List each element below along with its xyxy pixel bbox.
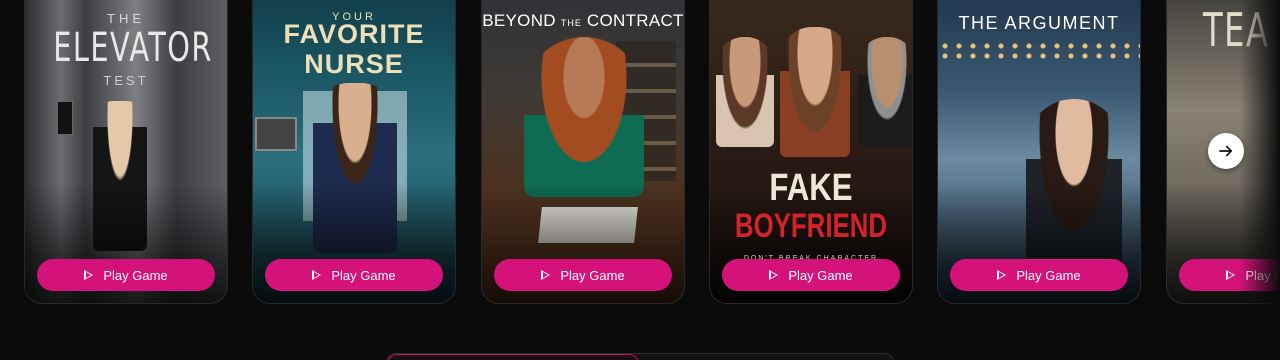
cover-title-line: THE ARGUMENT bbox=[958, 13, 1120, 33]
game-carousel: THE ELEVATOR TEST Play Game YOUR FAVORIT… bbox=[0, 0, 1280, 320]
cover-title-line: THE bbox=[560, 18, 582, 28]
play-game-button[interactable]: Play Game bbox=[265, 259, 443, 291]
elevator-panel bbox=[57, 101, 73, 135]
game-card-fake-boyfriend[interactable]: FAKE BOYFRIEND DON'T BREAK CHARACTER Pla… bbox=[709, 0, 913, 304]
cover-title-line: TEA bbox=[1203, 3, 1270, 57]
segmented-control[interactable] bbox=[386, 353, 894, 360]
play-game-button[interactable]: Play Game bbox=[1179, 259, 1280, 291]
game-card-the-argument[interactable]: THE ARGUMENT Play Game bbox=[937, 0, 1141, 304]
cover-title-line: BEYOND bbox=[482, 11, 556, 30]
play-icon bbox=[997, 270, 1007, 280]
arrow-right-icon bbox=[1219, 145, 1233, 157]
play-game-label: Play Game bbox=[1016, 267, 1081, 283]
play-game-button[interactable]: Play Game bbox=[950, 259, 1128, 291]
play-icon bbox=[541, 270, 551, 280]
game-card-beyond-the-contract[interactable]: BEYOND THE CONTRACT Play Game bbox=[481, 0, 685, 304]
game-card-elevator-test[interactable]: THE ELEVATOR TEST Play Game bbox=[24, 0, 228, 304]
play-icon bbox=[1226, 270, 1236, 280]
string-lights bbox=[938, 41, 1140, 61]
cover-title: TEA bbox=[1203, 3, 1269, 57]
play-icon bbox=[769, 270, 779, 280]
play-game-label: Play Game bbox=[560, 267, 625, 283]
character-figure bbox=[780, 27, 850, 157]
play-game-label: Play Game bbox=[103, 267, 168, 283]
carousel-next-button[interactable] bbox=[1208, 133, 1244, 169]
play-game-button[interactable]: Play Game bbox=[722, 259, 900, 291]
cover-title-line: CONTRACT bbox=[586, 11, 684, 30]
game-card-favorite-nurse[interactable]: YOUR FAVORITE NURSE Play Game bbox=[252, 0, 456, 304]
play-game-label: Play Game bbox=[788, 267, 853, 283]
character-figure bbox=[524, 37, 644, 197]
character-figure bbox=[858, 37, 912, 147]
play-icon bbox=[312, 270, 322, 280]
cover-title-line: ELEVATOR bbox=[53, 25, 213, 71]
cover-title-line: THE bbox=[107, 11, 145, 26]
play-game-label: Play Game bbox=[331, 267, 396, 283]
cover-title-line: TEST bbox=[103, 73, 149, 88]
play-game-button[interactable]: Play Game bbox=[494, 259, 672, 291]
cover-title-line: FAVORITE bbox=[283, 19, 425, 49]
cover-title-line: NURSE bbox=[304, 49, 404, 79]
play-icon bbox=[84, 270, 94, 280]
play-game-label: Play Game bbox=[1245, 267, 1280, 283]
cover-title-line: FAKE bbox=[769, 167, 853, 209]
cover-title: BEYOND THE CONTRACT bbox=[482, 11, 684, 31]
segment-active[interactable] bbox=[387, 354, 639, 360]
play-game-button[interactable]: Play Game bbox=[37, 259, 215, 291]
cover-title-line: BOYFRIEND bbox=[734, 207, 888, 245]
medical-monitor bbox=[255, 117, 297, 151]
character-figure bbox=[716, 37, 774, 147]
